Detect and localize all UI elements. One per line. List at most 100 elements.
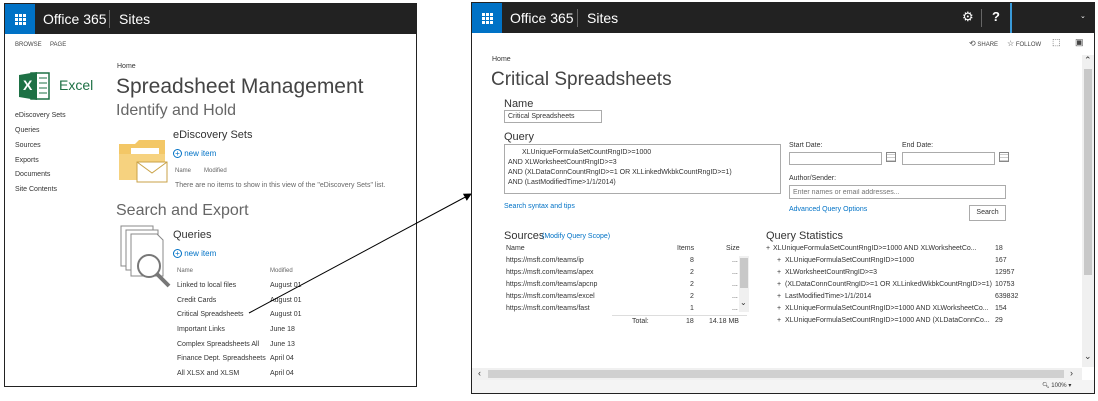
new-item-label: new item: [184, 249, 217, 258]
nav-sources[interactable]: Sources: [15, 142, 41, 149]
source-size[interactable]: ...: [732, 293, 738, 300]
account-dropdown-chevron-icon[interactable]: ⌄: [1080, 12, 1086, 20]
stat-label[interactable]: LastModifiedTime>1/1/2014: [785, 293, 871, 300]
sites-link[interactable]: Sites: [587, 10, 618, 26]
source-size[interactable]: ...: [732, 269, 738, 276]
stat-label[interactable]: XLWorksheetCountRngID>=3: [785, 269, 877, 276]
source-name[interactable]: https://msft.com/teams/fast: [506, 305, 590, 312]
tab-page[interactable]: PAGE: [50, 42, 66, 48]
query-name[interactable]: Credit Cards: [177, 297, 216, 304]
page-horizontal-scrollbar[interactable]: ‹ ›: [472, 368, 1082, 380]
source-size[interactable]: ...: [732, 257, 738, 264]
nav-site-contents[interactable]: Site Contents: [15, 186, 57, 193]
zoom-control[interactable]: 🔍︎ 100% ▾: [1042, 382, 1071, 389]
scrollbar-thumb[interactable]: [740, 258, 748, 288]
app-launcher-icon[interactable]: [472, 3, 502, 33]
query-modified: April 04: [270, 355, 294, 362]
suite-separator: [109, 10, 110, 28]
sources-col-size[interactable]: Size: [726, 245, 740, 252]
query-name[interactable]: All XLSX and XLSM: [177, 370, 239, 377]
gear-icon[interactable]: ⚙: [962, 9, 974, 25]
office365-brand[interactable]: Office 365: [510, 10, 574, 26]
source-items: 2: [690, 269, 694, 276]
end-date-field[interactable]: [902, 152, 995, 165]
nav-ediscovery-sets[interactable]: eDiscovery Sets: [15, 112, 66, 119]
page-vertical-scrollbar[interactable]: ⌃ ⌄: [1082, 55, 1094, 367]
page-options-icon[interactable]: ▣: [1075, 37, 1084, 48]
app-launcher-icon[interactable]: [5, 4, 35, 34]
nav-exports[interactable]: Exports: [15, 157, 39, 164]
nav-documents[interactable]: Documents: [15, 171, 50, 178]
nav-queries[interactable]: Queries: [15, 127, 40, 134]
scrollbar-thumb[interactable]: [1084, 69, 1092, 275]
share-button[interactable]: ⟲ SHARE: [969, 39, 998, 48]
source-name[interactable]: https://msft.com/teams/apex: [506, 269, 594, 276]
follow-button[interactable]: ☆ FOLLOW: [1007, 39, 1041, 48]
chevron-left-icon[interactable]: ‹: [478, 368, 481, 378]
ediscovery-new-item[interactable]: + new item: [173, 149, 216, 158]
stat-label[interactable]: (XLDataConnCountRngID>=1 OR XLLinkedWkbk…: [785, 281, 992, 288]
chevron-up-icon[interactable]: ⌃: [1084, 55, 1092, 66]
source-name[interactable]: https://msft.com/teams/ip: [506, 257, 584, 264]
advanced-query-link[interactable]: Advanced Query Options: [789, 206, 867, 213]
stat-toggle-icon[interactable]: +: [777, 269, 781, 276]
stat-label[interactable]: XLUniqueFormulaSetCountRngID>=1000 AND X…: [785, 305, 989, 312]
stat-toggle-icon[interactable]: +: [766, 245, 770, 252]
calendar-icon[interactable]: [999, 152, 1009, 162]
query-textarea[interactable]: XLUniqueFormulaSetCountRngID>=1000 AND X…: [504, 144, 781, 194]
calendar-icon[interactable]: [886, 152, 896, 162]
scrollbar-thumb[interactable]: [488, 370, 1064, 378]
start-date-field[interactable]: [789, 152, 882, 165]
office365-brand[interactable]: Office 365: [43, 11, 107, 27]
modify-scope-link[interactable]: (Modify Query Scope): [542, 233, 610, 240]
name-field[interactable]: Critical Spreadsheets: [504, 110, 602, 123]
focus-content-icon[interactable]: ⬚: [1052, 37, 1061, 48]
stat-label[interactable]: XLUniqueFormulaSetCountRngID>=1000 AND (…: [785, 317, 990, 324]
breadcrumb-home[interactable]: Home: [117, 63, 136, 70]
source-name[interactable]: https://msft.com/teams/apcnp: [506, 281, 597, 288]
source-size[interactable]: ...: [732, 305, 738, 312]
queries-new-item[interactable]: + new item: [173, 249, 216, 258]
new-item-label: new item: [184, 149, 217, 158]
ediscovery-col-modified[interactable]: Modified: [204, 168, 227, 174]
queries-title[interactable]: Queries: [173, 229, 212, 241]
source-name[interactable]: https://msft.com/teams/excel: [506, 293, 595, 300]
author-input[interactable]: [789, 185, 1006, 199]
chevron-down-icon[interactable]: ⌄: [1084, 351, 1092, 362]
ediscovery-col-name[interactable]: Name: [175, 168, 191, 174]
breadcrumb-home[interactable]: Home: [492, 56, 511, 63]
name-value: Critical Spreadsheets: [508, 113, 575, 120]
query-name[interactable]: Finance Dept. Spreadsheets: [177, 355, 266, 362]
query-name[interactable]: Important Links: [177, 326, 225, 333]
help-icon[interactable]: ?: [992, 9, 1000, 24]
sources-col-name[interactable]: Name: [506, 245, 525, 252]
sources-total-label: Total:: [632, 318, 649, 325]
stat-toggle-icon[interactable]: +: [777, 293, 781, 300]
stat-toggle-icon[interactable]: +: [777, 257, 781, 264]
end-date-label: End Date:: [902, 142, 934, 149]
stat-toggle-icon[interactable]: +: [777, 317, 781, 324]
sources-total-items: 18: [686, 318, 694, 325]
tab-browse[interactable]: BROWSE: [15, 42, 42, 48]
search-syntax-link[interactable]: Search syntax and tips: [504, 203, 575, 210]
stat-label[interactable]: XLUniqueFormulaSetCountRngID>=1000 AND X…: [773, 245, 977, 252]
source-size[interactable]: ...: [732, 281, 738, 288]
stat-toggle-icon[interactable]: +: [777, 281, 781, 288]
status-bar: 🔍︎ 100% ▾: [472, 380, 1094, 393]
stat-toggle-icon[interactable]: +: [777, 305, 781, 312]
search-button[interactable]: Search: [969, 205, 1006, 221]
chevron-right-icon[interactable]: ›: [1070, 368, 1073, 378]
stat-label[interactable]: XLUniqueFormulaSetCountRngID>=1000: [785, 257, 914, 264]
chevron-down-icon[interactable]: ⌄: [740, 298, 747, 307]
sources-col-items[interactable]: Items: [677, 245, 694, 252]
query-name[interactable]: Complex Spreadsheets All: [177, 341, 259, 348]
sources-scrollbar[interactable]: ⌄: [739, 256, 749, 312]
sites-link[interactable]: Sites: [119, 11, 150, 27]
ediscovery-title[interactable]: eDiscovery Sets: [173, 129, 252, 141]
queries-col-name[interactable]: Name: [177, 268, 193, 274]
stat-value: 639832: [995, 293, 1019, 300]
query-name[interactable]: Critical Spreadsheets: [177, 311, 244, 318]
query-name[interactable]: Linked to local files: [177, 282, 236, 289]
sources-total-divider: [612, 315, 747, 316]
suite-bar: Office 365 Sites ⚙ ? ⌄: [472, 3, 1094, 33]
